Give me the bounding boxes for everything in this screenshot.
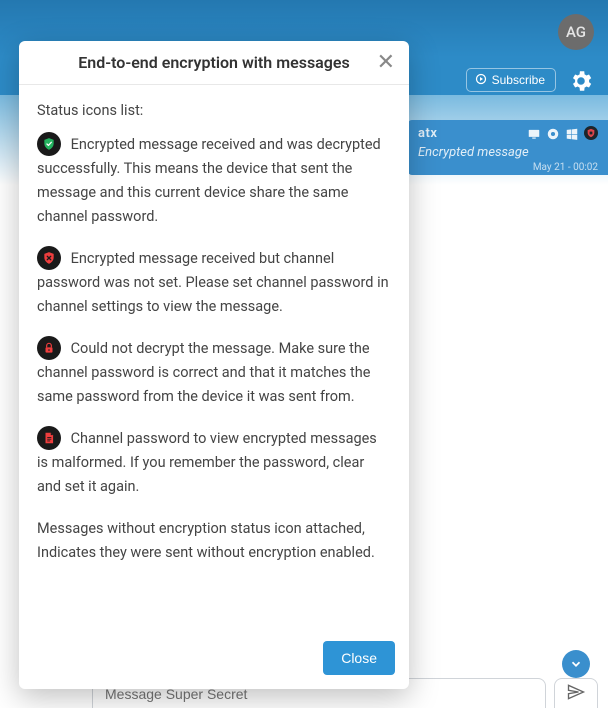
no-icon-note: Messages without encryption status icon … <box>37 517 391 565</box>
status-text: Encrypted message received but channel p… <box>37 250 389 315</box>
status-text: Could not decrypt the message. Make sure… <box>37 340 370 405</box>
shield-x-red-icon <box>37 246 61 270</box>
status-item: Encrypted message received but channel p… <box>37 247 391 319</box>
encryption-info-modal: End-to-end encryption with messages ✕ St… <box>19 41 409 689</box>
status-text: Encrypted message received and was decry… <box>37 136 381 225</box>
status-item: Encrypted message received and was decry… <box>37 133 391 229</box>
close-button[interactable]: Close <box>323 641 395 675</box>
modal-body: Status icons list: Encrypted message rec… <box>19 85 409 631</box>
modal-footer: Close <box>19 631 409 689</box>
modal-header: End-to-end encryption with messages ✕ <box>19 41 409 85</box>
shield-check-green-icon <box>37 132 61 156</box>
note-red-icon <box>37 426 61 450</box>
status-item: Channel password to view encrypted messa… <box>37 427 391 499</box>
lock-red-icon <box>37 336 61 360</box>
status-item: Could not decrypt the message. Make sure… <box>37 337 391 409</box>
close-icon[interactable]: ✕ <box>377 52 395 74</box>
modal-backdrop: End-to-end encryption with messages ✕ St… <box>0 0 608 708</box>
modal-title: End-to-end encryption with messages <box>78 53 349 72</box>
status-heading: Status icons list: <box>37 99 391 123</box>
status-text: Channel password to view encrypted messa… <box>37 430 377 495</box>
